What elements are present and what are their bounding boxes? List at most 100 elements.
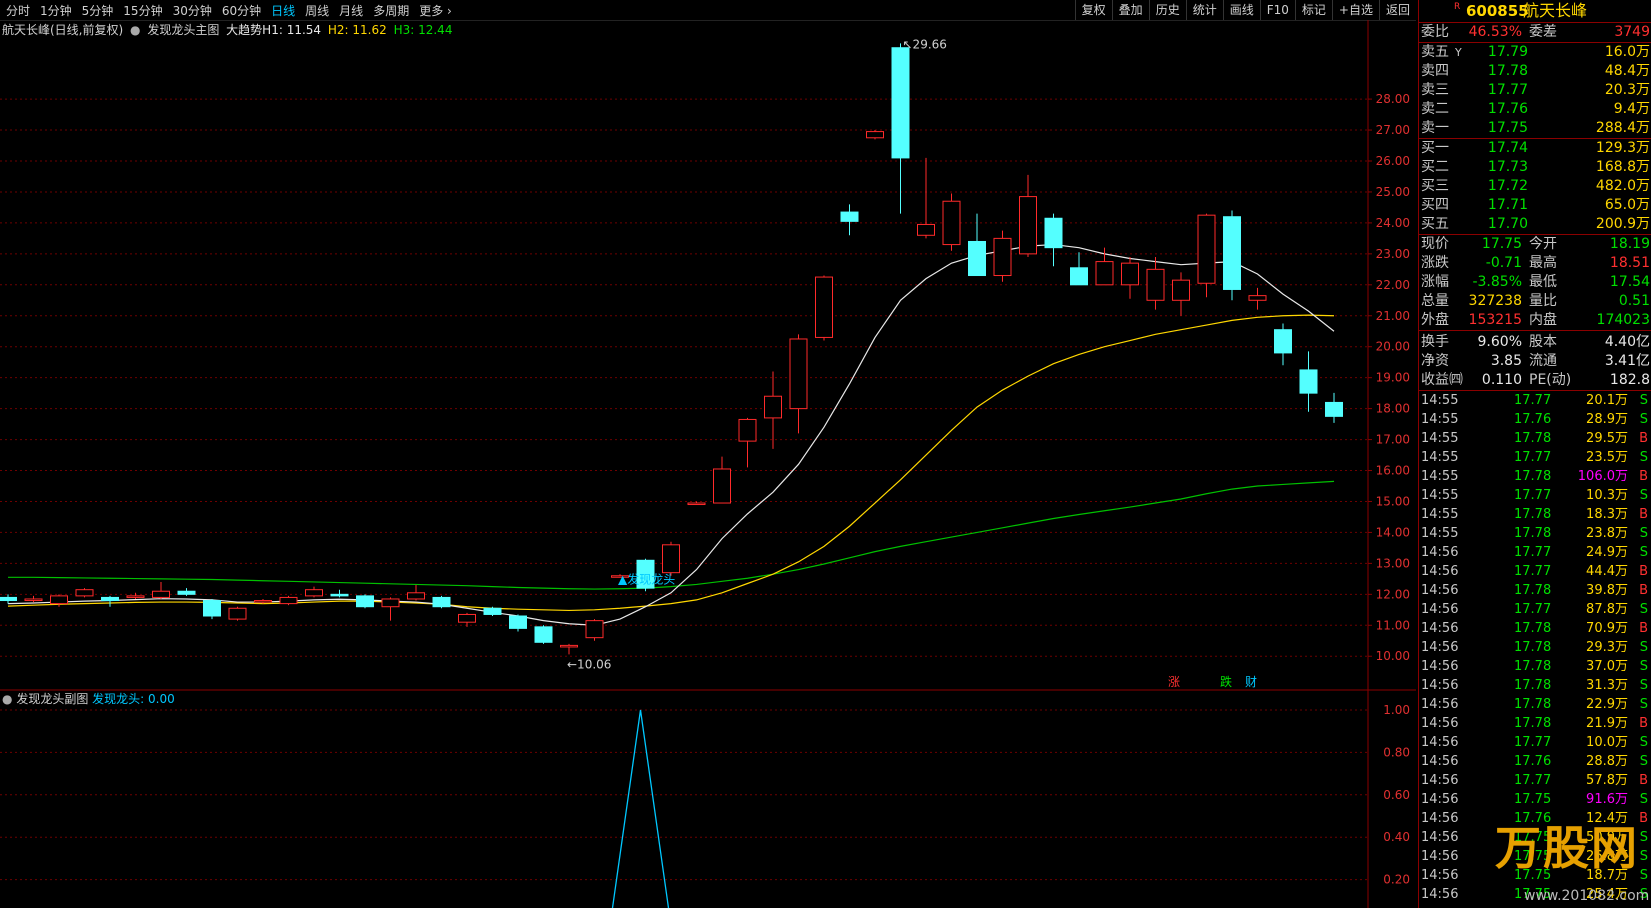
tool-button-5[interactable]: F10 [1259, 0, 1295, 20]
period-tab-5[interactable]: 60分钟 [217, 2, 266, 19]
tool-button-4[interactable]: 画线 [1222, 0, 1260, 20]
ask-levels: 卖五 Y 17.79 16.0万 卖四 17.78 48.4万 卖三 17.77 20.3万 卖二 1… [1419, 43, 1651, 139]
tool-button-8[interactable]: 返回 [1378, 0, 1416, 20]
candle[interactable] [764, 371, 782, 449]
candle[interactable] [483, 606, 502, 616]
bid-row[interactable]: 买三 17.72 482.0万 [1419, 177, 1651, 196]
candle[interactable] [1274, 323, 1292, 366]
candle[interactable] [993, 230, 1012, 282]
event-marker[interactable]: 跌 [1220, 674, 1232, 689]
tick-price: 17.78 [1514, 716, 1552, 731]
period-tab-2[interactable]: 5分钟 [77, 2, 119, 19]
candle[interactable] [917, 157, 935, 239]
candle[interactable] [24, 595, 43, 603]
bid-row[interactable]: 买五 17.70 200.9万 [1419, 215, 1651, 234]
candle[interactable] [152, 581, 170, 599]
candle-body-down [1223, 216, 1241, 290]
candle[interactable] [1070, 252, 1088, 286]
ask-label: 卖四 [1421, 63, 1449, 79]
bid-row[interactable]: 买二 17.73 168.8万 [1419, 158, 1651, 177]
candle[interactable] [356, 594, 374, 609]
tool-button-0[interactable]: 复权 [1074, 0, 1112, 20]
candle[interactable] [432, 595, 451, 609]
candle[interactable] [407, 585, 425, 601]
candle[interactable] [738, 417, 757, 468]
price-tick-label: 12.00 [1376, 587, 1410, 601]
event-marker[interactable]: 涨 [1168, 674, 1180, 689]
period-tab-4[interactable]: 30分钟 [168, 2, 217, 19]
candle[interactable] [840, 204, 859, 236]
tool-button-1[interactable]: 叠加 [1111, 0, 1149, 20]
tool-button-2[interactable]: 历史 [1148, 0, 1186, 20]
candle[interactable] [1299, 351, 1318, 412]
period-tab-7[interactable]: 周线 [300, 2, 334, 19]
candle[interactable] [534, 625, 553, 644]
candle[interactable] [458, 612, 476, 627]
period-tab-0[interactable]: 分时 [0, 2, 35, 19]
candle[interactable] [1146, 256, 1165, 310]
period-tab-1[interactable]: 1分钟 [35, 2, 77, 19]
sub-toggle-icon[interactable]: ● [2, 692, 12, 706]
period-tab-3[interactable]: 15分钟 [118, 2, 167, 19]
tick-list[interactable]: 14:55 17.77 20.1万 S 14:55 17.76 28.9万 S 14:55 17.… [1419, 391, 1651, 904]
candle[interactable] [713, 456, 731, 504]
event-marker[interactable]: 财 [1245, 675, 1257, 689]
tick-side: S [1639, 488, 1648, 503]
candle[interactable] [866, 130, 884, 140]
bid-row[interactable]: 买四 17.71 65.0万 [1419, 196, 1651, 215]
candle[interactable] [1172, 272, 1190, 316]
period-tab-9[interactable]: 多周期 [368, 2, 414, 19]
price-tick-label: 23.00 [1376, 247, 1410, 261]
candle[interactable] [509, 614, 527, 632]
candle-body-up [764, 395, 782, 419]
candle[interactable] [789, 334, 808, 434]
candle[interactable] [891, 43, 910, 214]
candle[interactable] [279, 595, 298, 606]
candle[interactable] [177, 588, 196, 596]
period-tab-6[interactable]: 日线 [266, 2, 300, 19]
candle[interactable] [75, 588, 94, 598]
candle[interactable] [585, 619, 604, 641]
ask-row[interactable]: 卖五 Y 17.79 16.0万 [1419, 43, 1651, 62]
candle[interactable] [560, 643, 578, 655]
candle[interactable] [1325, 392, 1343, 423]
bid-label: 买二 [1421, 159, 1449, 175]
tool-button-3[interactable]: 统计 [1185, 0, 1223, 20]
candle-body-down [483, 607, 502, 615]
tick-side: B [1639, 621, 1648, 636]
candle[interactable] [1019, 174, 1037, 257]
candle[interactable] [815, 275, 833, 341]
candle[interactable] [203, 598, 221, 620]
ask-row[interactable]: 卖四 17.78 48.4万 [1419, 62, 1651, 81]
candle[interactable] [942, 193, 961, 251]
candle[interactable] [0, 594, 17, 604]
sub-indicator-name[interactable]: 发现龙头副图 [16, 692, 88, 706]
ask-row[interactable]: 卖一 17.75 288.4万 [1419, 119, 1651, 138]
candle[interactable] [1044, 213, 1063, 267]
candle[interactable] [305, 586, 323, 598]
candle[interactable] [228, 606, 247, 621]
candle[interactable] [1223, 210, 1241, 301]
period-tab-8[interactable]: 月线 [334, 2, 368, 19]
period-tab-10[interactable]: 更多 › [414, 2, 457, 19]
candle[interactable] [1248, 287, 1267, 310]
candle[interactable] [381, 597, 400, 621]
kline-chart-area[interactable]: 10.00 11.00 12.00 13.00 14.00 15.00 16.00 17.00… [0, 20, 1416, 908]
tool-button-6[interactable]: 标记 [1294, 0, 1332, 20]
bid-label: 买五 [1421, 216, 1449, 232]
tool-button-7[interactable]: +自选 [1331, 0, 1379, 20]
bid-row[interactable]: 买一 17.74 129.3万 [1419, 139, 1651, 158]
candle[interactable] [126, 592, 145, 599]
tick-side: B [1639, 583, 1648, 598]
candle[interactable] [330, 589, 349, 598]
ask-row[interactable]: 卖二 17.76 9.4万 [1419, 100, 1651, 119]
ask-row[interactable]: 卖三 17.77 20.3万 [1419, 81, 1651, 100]
candle[interactable] [1095, 247, 1114, 286]
bid-price: 17.73 [1487, 159, 1528, 175]
candle[interactable] [101, 595, 119, 607]
candle[interactable] [662, 541, 680, 576]
tick-volume: 25.4万 [1586, 887, 1628, 902]
tick-row: 14:56 17.77 57.8万 B [1419, 771, 1651, 790]
candle[interactable] [1121, 256, 1139, 299]
stat-label: 最高 [1529, 255, 1557, 271]
